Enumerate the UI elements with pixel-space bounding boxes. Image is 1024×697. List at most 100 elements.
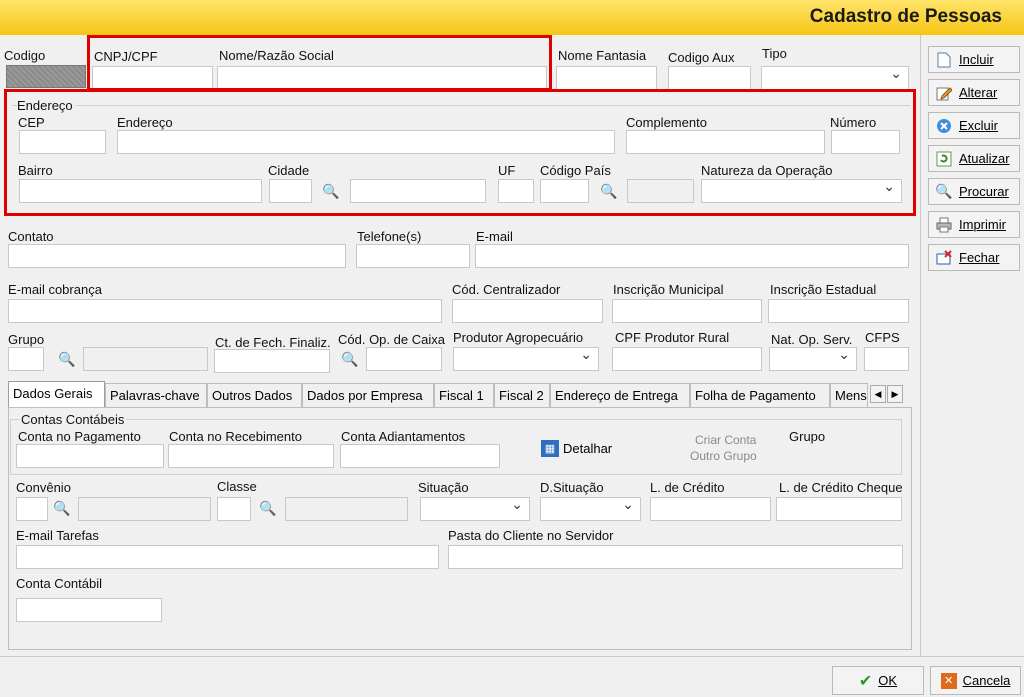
alterar-label: Alterar [959,85,998,100]
cep-label: CEP [18,115,45,130]
fechar-label: Fechar [959,250,1000,265]
nat-op-serv-label: Nat. Op. Serv. [771,332,853,347]
alterar-button[interactable]: Alterar [928,79,1020,106]
conta-recebimento-input[interactable] [168,444,334,468]
email-tarefas-label: E-mail Tarefas [16,528,99,543]
cod-centralizador-label: Cód. Centralizador [452,282,561,297]
binoculars-icon[interactable]: 🔍 [322,183,339,200]
refresh-icon [935,150,953,168]
ok-button[interactable]: ✔ OK [832,666,924,695]
email-cobranca-input[interactable] [8,299,442,323]
insc-municipal-input[interactable] [612,299,762,323]
codigo-pais-input[interactable] [540,179,589,203]
numero-input[interactable] [831,130,900,154]
new-document-icon [935,51,953,69]
conta-pagamento-label: Conta no Pagamento [18,429,141,444]
l-credito-input[interactable] [650,497,771,521]
tab-palavras-chave[interactable]: Palavras-chave [105,383,207,408]
conta-adiantamentos-input[interactable] [340,444,500,468]
tab-fiscal-1[interactable]: Fiscal 1 [434,383,494,408]
email-tarefas-input[interactable] [16,545,439,569]
natureza-select[interactable] [701,178,902,203]
fechar-button[interactable]: Fechar [928,244,1020,271]
uf-input[interactable] [498,179,534,203]
criar-conta-label-1: Criar Conta [695,433,757,447]
codigo-label: Codigo [4,48,46,63]
tab-fiscal-2[interactable]: Fiscal 2 [494,383,550,408]
incluir-label: Incluir [959,52,994,67]
cidade-name-input[interactable] [350,179,486,203]
tab-dados-gerais[interactable]: Dados Gerais [8,381,105,408]
cep-input[interactable] [19,130,106,154]
codigo-aux-label: Codigo Aux [668,50,735,65]
l-credito-cheque-input[interactable] [776,497,902,521]
codigo-field[interactable] [6,65,86,88]
situacao-select[interactable] [420,496,530,521]
insc-municipal-label: Inscrição Municipal [613,282,724,297]
bairro-input[interactable] [19,179,262,203]
tab-dados-por-empresa[interactable]: Dados por Empresa [302,383,434,408]
cancela-button[interactable]: ✕ Cancela [930,666,1021,695]
insc-estadual-input[interactable] [768,299,909,323]
tab-scroll-left-icon[interactable]: ◀ [870,385,886,403]
email-input[interactable] [475,244,909,268]
nat-op-serv-select[interactable] [769,346,857,371]
side-divider [920,35,921,656]
binoculars-icon[interactable]: 🔍 [341,351,358,368]
grupo-name-field [83,347,208,371]
binoculars-icon[interactable]: 🔍 [58,351,75,368]
atualizar-button[interactable]: Atualizar [928,145,1020,172]
tab-scroll-right-icon[interactable]: ▶ [887,385,903,403]
binoculars-icon[interactable]: 🔍 [259,500,276,517]
conta-contabil-input[interactable] [16,598,162,622]
binoculars-icon[interactable]: 🔍 [600,183,617,200]
cfps-input[interactable] [864,347,909,371]
grupo-panel-label: Grupo [789,429,826,444]
convenio-name-field [78,497,211,521]
cpf-produtor-input[interactable] [612,347,762,371]
binoculars-icon[interactable]: 🔍 [53,500,70,517]
excluir-button[interactable]: Excluir [928,112,1020,139]
conta-pagamento-input[interactable] [16,444,164,468]
imprimir-label: Imprimir [959,217,1006,232]
cancela-label: Cancela [962,673,1011,688]
atualizar-label: Atualizar [959,151,1010,166]
fantasia-input[interactable] [556,66,657,90]
check-icon: ✔ [858,672,873,690]
produtor-select[interactable] [453,346,599,371]
complemento-label: Complemento [626,115,707,130]
procurar-button[interactable]: 🔍 Procurar [928,178,1020,205]
tab-mens[interactable]: Mens [830,383,868,408]
conta-contabil-label: Conta Contábil [16,576,102,591]
codigo-aux-input[interactable] [668,66,751,90]
contato-label: Contato [8,229,54,244]
uf-label: UF [498,163,516,178]
ct-fech-input[interactable] [214,349,330,373]
d-situacao-select[interactable] [540,496,641,521]
title-bar: Cadastro de Pessoas [0,0,1024,35]
tipo-select[interactable] [761,65,909,90]
imprimir-button[interactable]: Imprimir [928,211,1020,238]
telefone-input[interactable] [356,244,470,268]
tab-folha-pagamento[interactable]: Folha de Pagamento [690,383,830,408]
cidade-code-input[interactable] [269,179,312,203]
complemento-input[interactable] [626,130,825,154]
convenio-input[interactable] [16,497,48,521]
produtor-label: Produtor Agropecuário [453,330,584,345]
classe-name-field [285,497,408,521]
pasta-cliente-input[interactable] [448,545,903,569]
cod-op-caixa-input[interactable] [366,347,442,371]
contato-input[interactable] [8,244,346,268]
endereco-input[interactable] [117,130,615,154]
page-title: Cadastro de Pessoas [809,6,1002,27]
criar-conta-label-2: Outro Grupo [690,449,757,463]
tab-endereco-entrega[interactable]: Endereço de Entrega [550,383,690,408]
detalhar-icon: ▦ [541,440,559,457]
incluir-button[interactable]: Incluir [928,46,1020,73]
classe-input[interactable] [217,497,251,521]
cod-centralizador-input[interactable] [452,299,603,323]
detalhar-button[interactable]: ▦ Detalhar [541,440,612,457]
grupo-input[interactable] [8,347,44,371]
tab-outros-dados[interactable]: Outros Dados [207,383,302,408]
conta-recebimento-label: Conta no Recebimento [169,429,302,444]
